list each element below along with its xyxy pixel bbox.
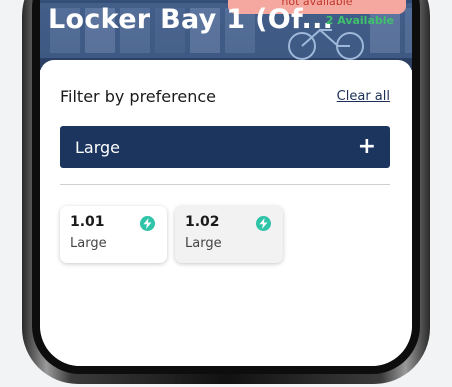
size-filter-dropdown[interactable]: Large +	[60, 126, 390, 168]
charging-bolt-icon	[256, 216, 271, 231]
locker-card[interactable]: 1.02 Large	[175, 206, 283, 263]
availability-count: 2 Available	[325, 14, 394, 27]
app-screen: not available Locker Bay 1 (Of... 2 Avai…	[40, 0, 412, 366]
locker-card[interactable]: 1.01 Large	[60, 206, 167, 263]
clear-all-link[interactable]: Clear all	[337, 89, 390, 104]
phone-screen-bezel: not available Locker Bay 1 (Of... 2 Avai…	[32, 0, 420, 374]
locker-size: Large	[70, 236, 107, 251]
page-title: Locker Bay 1 (Of...	[48, 4, 334, 35]
phone-frame: not available Locker Bay 1 (Of... 2 Avai…	[22, 0, 430, 384]
filter-sheet: Filter by preference Clear all Large + 1…	[40, 60, 412, 366]
locker-size: Large	[185, 236, 222, 251]
plus-icon: +	[357, 134, 376, 159]
filter-title: Filter by preference	[60, 87, 216, 106]
filter-header: Filter by preference Clear all	[60, 87, 390, 106]
size-filter-label: Large	[75, 137, 121, 157]
locker-list: 1.01 Large 1.02 Large	[60, 206, 283, 263]
divider	[60, 184, 390, 185]
charging-bolt-icon	[140, 216, 155, 231]
